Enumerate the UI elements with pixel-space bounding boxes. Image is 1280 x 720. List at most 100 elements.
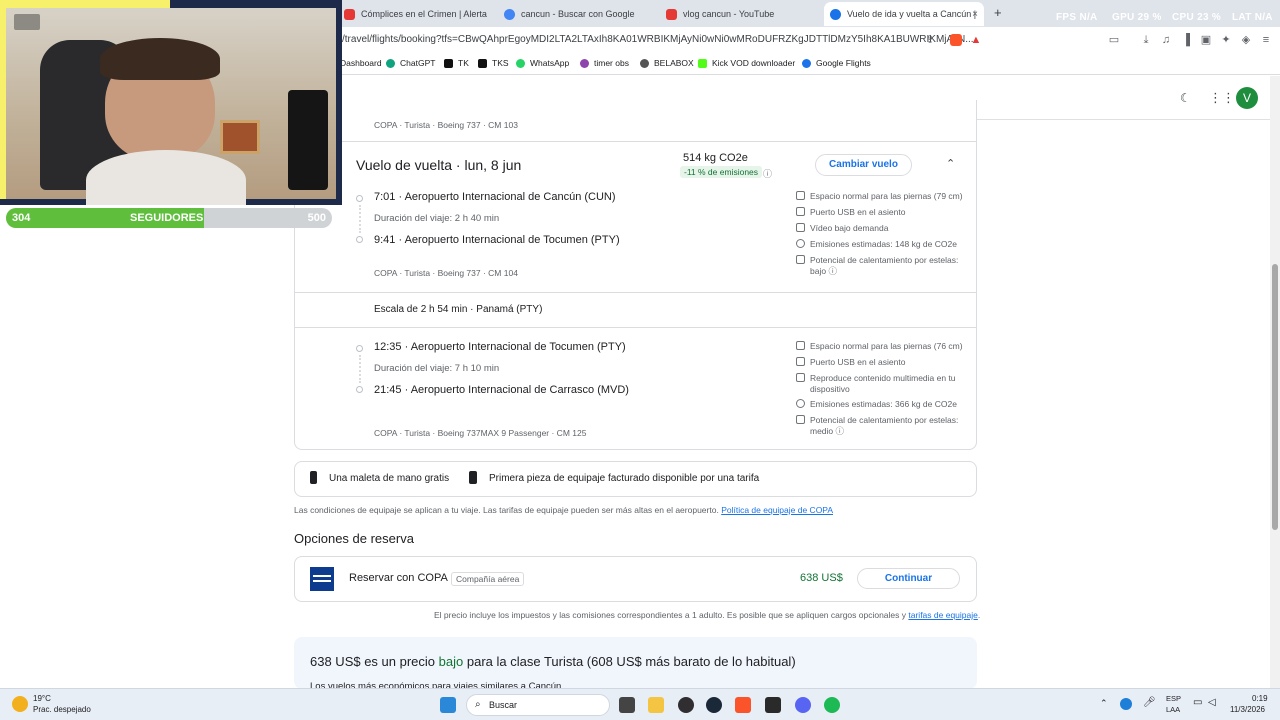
info-icon[interactable]: ⓘ xyxy=(763,167,772,180)
timeline-dot xyxy=(356,386,363,393)
tray-app-icon[interactable] xyxy=(1120,698,1132,710)
share-icon[interactable]: ⇪ xyxy=(924,34,936,46)
brave-icon[interactable] xyxy=(735,697,751,713)
tiktok-icon xyxy=(478,58,487,68)
language-code[interactable]: ESP xyxy=(1166,694,1181,703)
search-placeholder: Buscar xyxy=(489,700,518,710)
baggage-fees-link[interactable]: tarifas de equipaje xyxy=(908,610,977,620)
task-view-icon[interactable] xyxy=(619,697,635,713)
taskbar-search[interactable]: ⌕ Buscar xyxy=(466,694,610,716)
wallet-icon[interactable]: ▣ xyxy=(1200,34,1212,46)
globe-icon xyxy=(796,239,805,248)
carry-on-info: Una maleta de mano gratis xyxy=(329,473,450,484)
bookmark-timer-obs[interactable]: timer obs xyxy=(580,58,629,68)
divider xyxy=(294,141,977,142)
kick-icon xyxy=(698,58,707,68)
bookmark-kick[interactable]: Kick VOD downloader xyxy=(698,58,795,68)
network-icon[interactable]: ▭ xyxy=(1193,697,1202,708)
tab-google-flights[interactable]: Vuelo de ida y vuelta a Cancún | × xyxy=(824,2,984,26)
baggage-policy-link[interactable]: Política de equipaje de COPA xyxy=(721,505,833,515)
tab-google-search[interactable]: cancun - Buscar con Google xyxy=(498,2,658,26)
amenity-video: Vídeo bajo demanda xyxy=(796,223,888,234)
tray-chevron-icon[interactable]: ⌃ xyxy=(1100,698,1108,709)
download-icon[interactable]: ⤓ xyxy=(1140,34,1152,46)
url-text[interactable]: /travel/flights/booking?tfs=CBwQAhprEgoy… xyxy=(342,34,974,45)
microphone-icon[interactable]: 🎤︎ xyxy=(1143,697,1156,708)
continue-button[interactable]: Continuar xyxy=(857,568,960,589)
amenity-media: Reproduce contenido multimedia en tu disp… xyxy=(796,373,956,395)
copa-logo xyxy=(310,567,334,591)
gpu-stat: GPU 29 % xyxy=(1112,12,1162,23)
windows-start-icon[interactable] xyxy=(440,697,456,713)
keyboard-layout[interactable]: LAA xyxy=(1166,705,1180,714)
brave-shields-icon[interactable] xyxy=(950,34,962,46)
clock-date[interactable]: 11/3/2026 xyxy=(1230,705,1265,714)
bookmark-dashboard[interactable]: Dashboard xyxy=(340,58,382,68)
cpu-stat: CPU 23 % xyxy=(1172,12,1222,23)
price-fine-print: El precio incluye los impuestos y las co… xyxy=(434,610,981,620)
leo-icon[interactable]: ✦ xyxy=(1220,34,1232,46)
bookmark-google-flights[interactable]: Google Flights xyxy=(802,58,871,68)
brave-rewards-icon[interactable]: ▲ xyxy=(970,34,982,46)
co2-value: 514 kg CO2e xyxy=(683,152,748,164)
timer-icon xyxy=(580,58,589,68)
apps-grid-icon[interactable]: ⋮⋮ xyxy=(1209,90,1235,106)
bookmark-tk[interactable]: TK xyxy=(444,58,469,68)
avatar[interactable]: V xyxy=(1236,87,1258,109)
obs-icon[interactable] xyxy=(678,697,694,713)
youtube-icon xyxy=(344,8,355,20)
seg2-duration: Duración del viaje: 7 h 10 min xyxy=(374,363,500,374)
media-icon[interactable]: ♫ xyxy=(1160,34,1172,46)
chatgpt-icon xyxy=(386,58,395,68)
sidebar-icon[interactable]: ▭ xyxy=(1108,34,1120,46)
close-tab-icon[interactable]: × xyxy=(972,9,978,20)
info-icon[interactable]: ⓘ xyxy=(836,426,845,436)
amenity-usb: Puerto USB en el asiento xyxy=(796,207,905,218)
info-icon[interactable]: ⓘ xyxy=(828,266,837,276)
timeline-dot xyxy=(356,236,363,243)
bookmark-belabox[interactable]: BELABOX xyxy=(640,58,694,68)
seg1-duration: Duración del viaje: 2 h 40 min xyxy=(374,213,500,224)
seg2-arrival: 21:45 · Aeropuerto Internacional de Carr… xyxy=(374,384,629,396)
file-explorer-icon[interactable] xyxy=(648,697,664,713)
streamer-shirt xyxy=(86,150,246,205)
seg1-departure: 7:01 · Aeropuerto Internacional de Cancú… xyxy=(374,191,616,203)
clock-time[interactable]: 0:19 xyxy=(1252,694,1268,703)
bookmark-chatgpt[interactable]: ChatGPT xyxy=(386,58,435,68)
checked-bag-info: Primera pieza de equipaje facturado disp… xyxy=(489,473,760,484)
divider xyxy=(294,327,977,328)
google-icon xyxy=(504,8,515,20)
reading-icon[interactable]: ▐ xyxy=(1180,34,1192,46)
epic-games-icon[interactable] xyxy=(765,697,781,713)
airline-badge: Compañía aérea xyxy=(451,572,525,586)
amenity-emissions: Emisiones estimadas: 148 kg de CO2e xyxy=(796,239,957,250)
weather-sun-icon[interactable] xyxy=(12,696,28,712)
dark-mode-icon[interactable]: ☾ xyxy=(1180,91,1191,105)
amenity-emissions: Emisiones estimadas: 366 kg de CO2e xyxy=(796,399,957,410)
weather-desc[interactable]: Prac. despejado xyxy=(33,705,91,714)
bookmark-tks[interactable]: TKS xyxy=(478,58,509,68)
weather-temp[interactable]: 19°C xyxy=(33,694,51,703)
amenity-contrails: Potencial de calentamiento por estelas: b… xyxy=(796,255,958,277)
discord-icon[interactable] xyxy=(795,697,811,713)
co2-delta-badge: -11 % de emisiones xyxy=(680,166,763,178)
bookmark-whatsapp[interactable]: WhatsApp xyxy=(516,58,569,68)
carry-on-bag-icon xyxy=(310,471,317,484)
spotify-icon[interactable] xyxy=(824,697,840,713)
menu-icon[interactable]: ≡ xyxy=(1260,34,1272,46)
vpn-icon[interactable]: ◈ xyxy=(1240,34,1252,46)
volume-icon[interactable]: ◁ xyxy=(1208,697,1216,708)
divider xyxy=(294,292,977,293)
globe-icon xyxy=(640,58,649,68)
collapse-chevron-icon[interactable]: ⌃ xyxy=(946,157,955,170)
steam-icon[interactable] xyxy=(706,697,722,713)
seat-icon xyxy=(796,191,805,200)
scrollbar-thumb[interactable] xyxy=(1272,264,1278,530)
tab-complices[interactable]: Cómplices en el Crimen | Alerta Aero xyxy=(338,2,488,26)
tab-youtube[interactable]: vlog cancun - YouTube xyxy=(660,2,820,26)
new-tab-button[interactable]: + xyxy=(994,5,1002,20)
streamer-hair xyxy=(100,38,220,80)
wall-certificate xyxy=(220,120,260,154)
change-flight-button[interactable]: Cambiar vuelo xyxy=(815,154,912,176)
tiktok-icon xyxy=(444,58,453,68)
